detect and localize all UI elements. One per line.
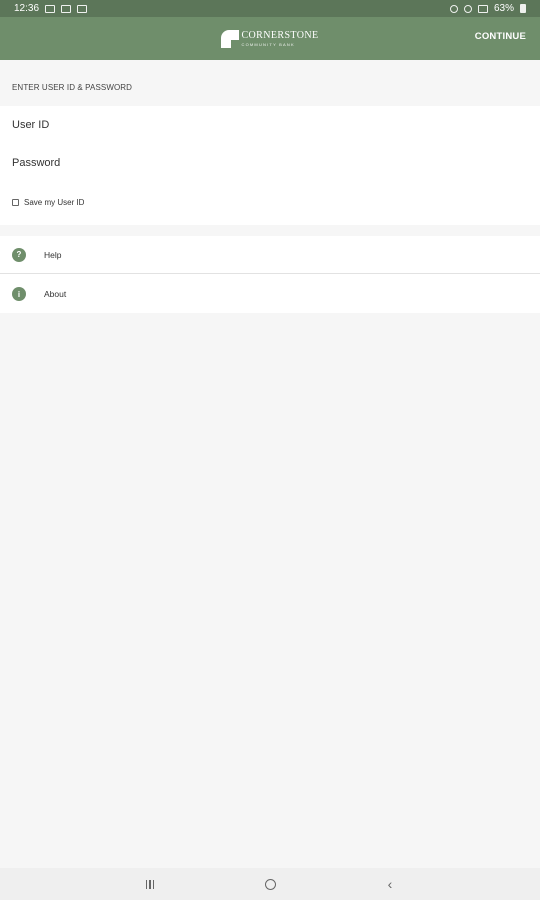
menu-item-label: About (44, 289, 67, 299)
status-right: 63% (449, 3, 526, 14)
continue-button[interactable]: CONTINUE (475, 31, 526, 42)
recent-apps-button[interactable] (140, 874, 160, 894)
login-section-header: ENTER USER ID & PASSWORD (12, 83, 133, 92)
info-icon: i (12, 287, 26, 301)
question-icon: ? (12, 247, 26, 262)
location-icon (463, 4, 472, 13)
status-left: 12:36 (14, 3, 88, 14)
back-button[interactable]: ‹ (380, 874, 400, 894)
menu-item-about[interactable]: i About (0, 275, 540, 313)
password-field[interactable]: Password (12, 157, 60, 169)
back-icon: ‹ (387, 876, 393, 892)
logo-text: CORNERSTONE COMMUNITY BANK (241, 29, 319, 47)
message-notification-icon (61, 4, 72, 13)
logo-name: CORNERSTONE (241, 29, 319, 41)
home-button[interactable] (260, 874, 280, 894)
app-bar: CORNERSTONE COMMUNITY BANK CONTINUE (0, 17, 540, 60)
login-form: User ID Password Save my User ID (0, 106, 540, 225)
save-user-id-checkbox[interactable] (12, 199, 19, 206)
logo-mark-icon (221, 29, 240, 48)
battery-percent: 63% (493, 3, 514, 14)
mute-icon (449, 4, 458, 13)
status-time: 12:36 (14, 3, 40, 14)
save-user-id-label: Save my User ID (24, 198, 85, 207)
wifi-icon (477, 4, 488, 13)
save-user-id-row[interactable]: Save my User ID (12, 198, 84, 207)
logo-subtitle: COMMUNITY BANK (241, 41, 295, 47)
gallery-notification-icon (45, 4, 56, 13)
menu-item-help[interactable]: ? Help (0, 236, 540, 274)
home-icon (264, 878, 276, 890)
system-nav-bar: ‹ (0, 868, 540, 900)
status-bar: 12:36 63% (0, 0, 540, 17)
battery-icon (520, 4, 526, 13)
menu-list: ? Help i About (0, 236, 540, 313)
menu-item-label: Help (44, 249, 62, 260)
app-notification-icon (77, 4, 88, 13)
recent-apps-icon (145, 879, 155, 889)
user-id-field[interactable]: User ID (12, 119, 49, 131)
bank-logo: CORNERSTONE COMMUNITY BANK (221, 29, 319, 48)
